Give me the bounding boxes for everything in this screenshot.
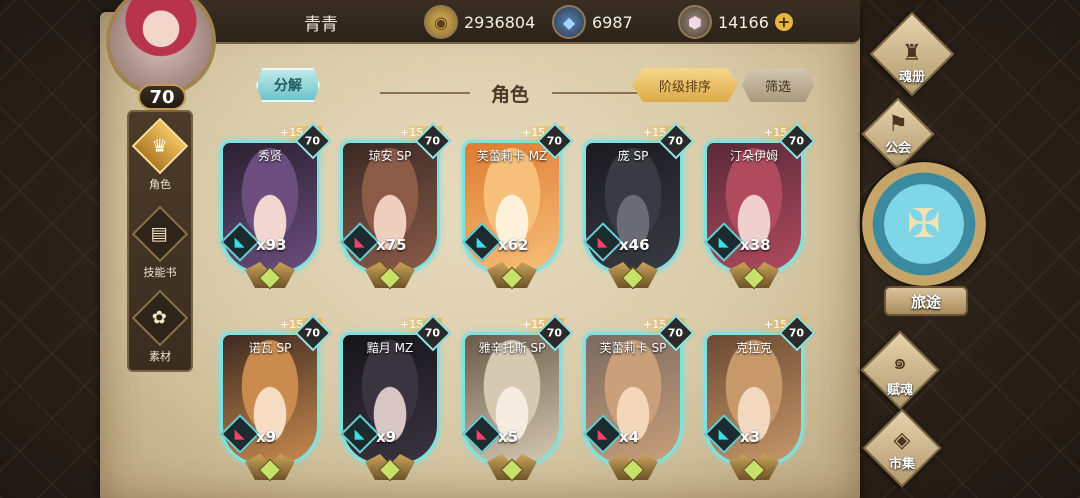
market-button[interactable]: ◈ 市集 [852,408,952,488]
character-card[interactable]: 诺瓦 SP +15 70 ◣ x9 [220,314,332,484]
shard-count: x9 [376,428,397,446]
left-nav: ♛ 角色 ▤ 技能书 ✿ 素材 [127,110,193,372]
shard-count: x75 [376,236,407,254]
soul-gift-label: 赋魂 [886,383,913,398]
soul-book-icon: ♜ [902,41,922,66]
character-level: 70 [668,134,684,148]
title-ornament-right [552,92,642,94]
character-level: 70 [789,326,805,340]
character-card[interactable]: 琼安 SP +15 70 ◣ x75 [340,122,452,292]
add-crystal-button[interactable]: + [774,13,793,31]
crystal-resource[interactable]: ⬢ 14166 + [678,5,793,39]
avatar[interactable] [106,0,216,96]
crystal-icon: ⬢ [678,5,712,39]
shard-count: x3 [740,428,761,446]
guild-label: 公会 [884,141,911,156]
shard-count: x5 [498,428,519,446]
gold-resource[interactable]: ◉ 2936804 [424,5,535,39]
left-nav-label: 素材 [149,350,171,363]
journey-emblem-icon: ✠ [862,162,986,286]
skill-book-icon: ▤ [131,205,189,263]
character-card[interactable]: 汀朵伊姆 +15 70 ◣ x38 [704,122,816,292]
character-card[interactable]: 芙蕾莉卡 MZ +15 70 ◣ x62 [462,122,574,292]
left-nav-label: 角色 [149,178,171,191]
soul-gift-button[interactable]: ๑ 赋魂 [850,330,950,410]
gem-resource[interactable]: ◆ 6987 [552,5,633,39]
player-name: 青青 [304,15,338,35]
character-level: 70 [305,326,321,340]
sort-by-rank-button[interactable]: 阶级排序 [632,68,738,102]
title-ornament-left [380,92,470,94]
character-level: 70 [425,326,441,340]
soul-gift-icon: ๑ [893,350,907,375]
character-icon: ♛ [131,117,189,175]
shard-count: x46 [619,236,650,254]
character-level: 70 [547,326,563,340]
character-card[interactable]: 克拉克 +15 70 ◣ x3 [704,314,816,484]
character-level: 70 [547,134,563,148]
material-icon: ✿ [131,289,189,347]
shard-count: x4 [619,428,640,446]
character-level: 70 [425,134,441,148]
character-level: 70 [668,326,684,340]
shard-count: x93 [256,236,287,254]
journey-label: 旅途 [884,286,968,316]
player-level-badge: 70 [138,84,186,110]
filter-button[interactable]: 筛选 [742,68,814,102]
gold-value: 2936804 [464,12,536,32]
market-label: 市集 [888,457,915,472]
shard-count: x62 [498,236,529,254]
character-card[interactable]: 芙蕾莉卡 SP +15 70 ◣ x4 [583,314,695,484]
character-card[interactable]: 黯月 MZ +15 70 ◣ x9 [340,314,452,484]
character-level: 70 [305,134,321,148]
left-nav-label: 技能书 [143,266,177,279]
shard-count: x9 [256,428,277,446]
market-icon: ◈ [893,428,911,453]
decompose-button[interactable]: 分解 [256,68,320,102]
left-nav-character[interactable]: ♛ 角色 [129,116,191,196]
guild-icon: ⚑ [888,112,908,137]
character-card[interactable]: 庞 SP +15 70 ◣ x46 [583,122,695,292]
journey-button[interactable]: ✠ 旅途 [862,162,990,322]
blue-gem-icon: ◆ [552,5,586,39]
gold-coin-icon: ◉ [424,5,458,39]
page-title: 角色 [490,84,529,106]
guild-button[interactable]: ⚑ 公会 [848,97,948,171]
character-card[interactable]: 雅辛托斯 SP +15 70 ◣ x5 [462,314,574,484]
soul-book-button[interactable]: ♜ 魂册 [862,11,962,98]
shard-count: x38 [740,236,771,254]
crystal-value: 14166 [718,12,769,32]
soul-book-label: 魂册 [898,70,925,85]
character-card[interactable]: 秀贤 +15 70 ◣ x93 [220,122,332,292]
player-avatar-wrap[interactable]: 70 [100,0,222,110]
left-nav-skill-book[interactable]: ▤ 技能书 [129,204,191,284]
left-nav-material[interactable]: ✿ 素材 [129,288,191,368]
character-level: 70 [789,134,805,148]
gem-value: 6987 [592,12,633,32]
